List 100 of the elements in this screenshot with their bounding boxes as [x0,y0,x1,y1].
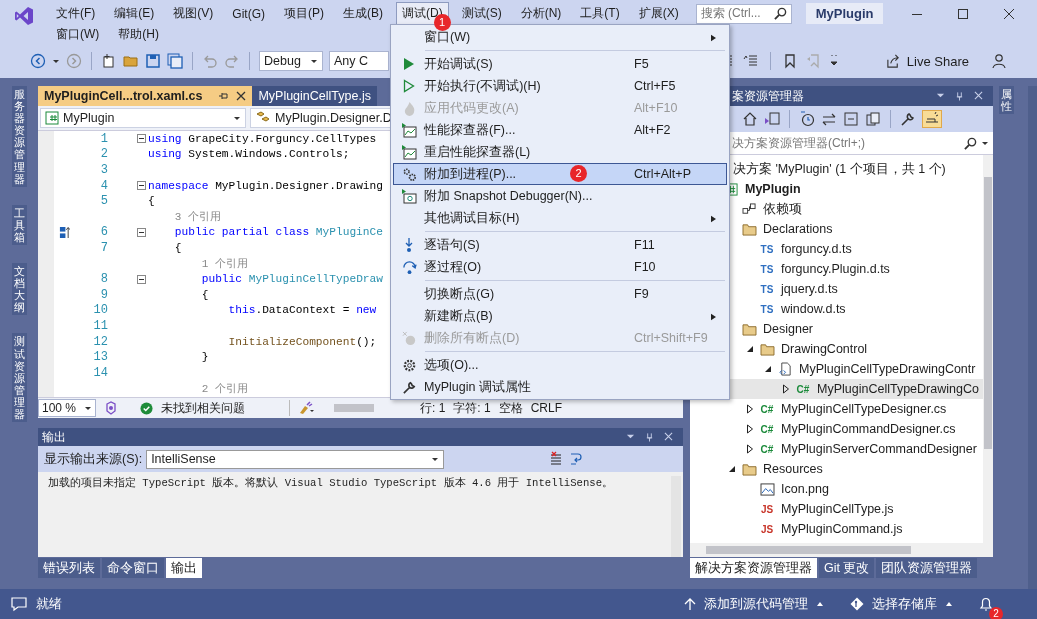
reference-count[interactable]: 2 个引用 [201,380,248,396]
menu-item[interactable]: 视图(V) [167,2,220,25]
collapse-icon[interactable] [137,274,146,284]
whitespace-indicator[interactable]: 空格 [498,399,523,417]
repository-button[interactable]: 选择存储库 [850,595,953,613]
menu-item[interactable]: MyPlugin 调试属性 [393,376,727,398]
menu-item[interactable]: 文件(F) [50,2,102,25]
new-item-icon[interactable] [101,53,117,69]
tree-item[interactable]: MyPlugin [745,182,801,196]
menu-item[interactable]: 开始执行(不调试)(H) Ctrl+F5 [393,75,727,97]
platform-dropdown[interactable]: Any C [329,51,389,71]
menu-item[interactable]: 项目(P) [278,2,330,25]
menu-item[interactable]: 分析(N) [514,2,568,25]
save-icon[interactable] [145,53,161,69]
tree-item[interactable]: Declarations [763,222,833,236]
expander-icon[interactable] [746,344,754,354]
scrollbar[interactable] [671,476,681,557]
collapse-all-icon[interactable] [843,111,859,127]
expander-icon[interactable] [764,364,772,374]
menu-item[interactable]: Git(G) [226,3,271,24]
sync-icon[interactable] [821,111,837,127]
side-tab[interactable]: 文档大纲 [11,263,27,316]
tree-item[interactable]: MyPluginCellType.js [781,502,894,516]
expander-icon[interactable] [746,424,754,434]
panel-tab[interactable]: 解决方案资源管理器 [690,558,817,578]
expander-icon[interactable] [728,464,736,474]
zoom-dropdown[interactable]: 100 % [38,399,96,417]
feedback-icon[interactable] [991,53,1007,69]
line-indicator[interactable]: 行: 1 [420,399,446,417]
configuration-dropdown[interactable]: Debug [259,51,323,71]
caret-icon[interactable] [52,57,60,65]
side-tab[interactable]: 服务器资源管理器 [11,86,27,187]
output-source-dropdown[interactable]: IntelliSense [146,449,445,469]
live-share-button[interactable]: Live Share [885,53,969,69]
menu-item[interactable]: 切换断点(G) F9 [393,283,727,305]
line-ending-indicator[interactable]: CRLF [530,401,563,415]
expander-icon[interactable] [746,444,754,454]
switch-views-icon[interactable] [764,111,780,127]
notifications-icon[interactable] [979,596,993,612]
menu-item[interactable]: 选项(O)... [393,354,727,376]
scrollbar[interactable] [983,155,993,543]
tree-item[interactable]: MyPluginCommand.js [781,522,903,536]
tree-item[interactable]: MyPluginCellTypeDrawingContr [799,362,976,376]
menu-item[interactable]: 扩展(X) [632,2,685,25]
tree-item[interactable]: forguncy.d.ts [781,242,852,256]
close-icon[interactable] [236,91,247,101]
menu-item[interactable]: 附加 Snapshot Debugger(N)... [393,185,727,207]
column-indicator[interactable]: 字符: 1 [453,399,491,417]
comment-icon[interactable] [742,53,759,69]
reference-count[interactable]: 1 个引用 [201,256,248,272]
brush-icon[interactable] [298,401,314,415]
maximize-icon[interactable] [957,7,969,20]
collapse-icon[interactable] [137,181,146,191]
caret-icon[interactable] [981,139,989,147]
tree-item[interactable]: Icon.png [781,482,829,496]
tree-item[interactable]: MyPluginServerCommandDesigner [781,442,977,456]
back-icon[interactable] [30,53,46,69]
reference-count[interactable]: 3 个引用 [174,209,222,225]
panel-tab[interactable]: 团队资源管理器 [876,558,978,578]
side-tab[interactable]: 测试资源管理器 [11,333,27,423]
menu-item[interactable]: 生成(B) [337,2,389,25]
menu-item[interactable]: 编辑(E) [108,2,161,25]
menu-item[interactable]: 逐过程(O) F10 [393,256,727,278]
tree-item[interactable]: Designer [763,322,814,336]
save-all-icon[interactable] [167,53,183,69]
tree-item[interactable]: forguncy.Plugin.d.ts [781,262,890,276]
menu-item[interactable]: 附加到进程(P)... 2 Ctrl+Alt+P [393,163,727,185]
pin-icon[interactable] [218,91,229,101]
document-tab[interactable]: MyPluginCellType.js [252,86,377,106]
menu-item[interactable]: 新建断点(B) [393,305,727,327]
collapse-icon[interactable] [137,227,146,237]
home-icon[interactable] [742,111,758,127]
panel-tab[interactable]: 命令窗口 [102,558,164,578]
search-field[interactable]: 搜索 (Ctrl... [695,3,792,24]
menu-item[interactable]: 开始调试(S) F5 [393,53,727,75]
collapse-icon[interactable] [137,134,146,144]
tree-item[interactable]: MyPluginCellTypeDrawingCo [817,382,979,396]
expander-icon[interactable] [746,404,754,414]
relationship-icon[interactable] [58,225,70,239]
tree-item[interactable]: MyPluginCellTypeDesigner.cs [781,402,947,416]
panel-tab[interactable]: Git 更改 [819,558,875,578]
expander-icon[interactable] [782,384,790,394]
tree-item[interactable]: 决方案 'MyPlugin' (1 个项目，共 1 个) [733,160,946,178]
side-tab[interactable]: 属性 [999,86,1014,115]
word-wrap-icon[interactable] [568,451,585,467]
menu-item[interactable]: 工具(T) [574,2,626,25]
menu-item[interactable]: 逐语句(S) F11 [393,234,727,256]
preview-toggle-icon[interactable] [922,110,942,128]
side-tab[interactable]: 工具箱 [11,204,27,246]
document-tab[interactable]: MyPluginCell...trol.xaml.cs [38,86,253,106]
source-control-button[interactable]: 添加到源代码管理 [684,595,824,613]
menu-item[interactable]: 其他调试目标(H) [393,207,727,229]
panel-tab[interactable]: 错误列表 [38,558,100,578]
tree-item[interactable]: DrawingControl [781,342,868,356]
menu-item[interactable]: 帮助(H) [112,23,165,46]
issues-status[interactable]: 未找到相关问题 [161,399,245,417]
scrollbar[interactable] [690,543,993,557]
menu-item[interactable]: 窗口(W) [50,23,106,46]
tree-item[interactable]: jquery.d.ts [781,282,838,296]
copy-icon[interactable] [865,111,881,127]
